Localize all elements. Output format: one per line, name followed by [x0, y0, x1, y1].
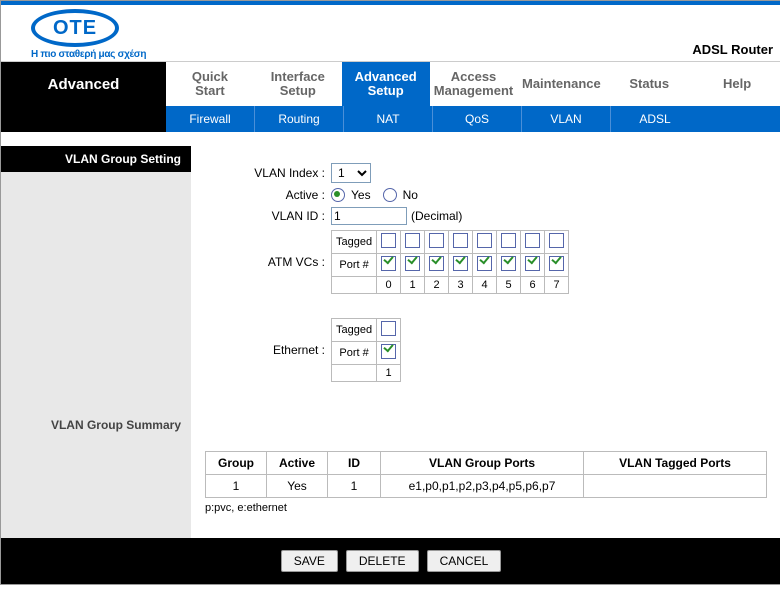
- atm-portnum-1: 1: [401, 277, 425, 294]
- atm-tagged-label: Tagged: [332, 231, 377, 254]
- atm-port-1[interactable]: [405, 256, 420, 271]
- cancel-button[interactable]: CANCEL: [427, 550, 502, 572]
- subtab-vlan[interactable]: VLAN: [522, 106, 611, 132]
- atm-portnum-6: 6: [521, 277, 545, 294]
- summary-table: Group Active ID VLAN Group Ports VLAN Ta…: [205, 451, 767, 498]
- section-group-setting: VLAN Group Setting: [1, 132, 191, 172]
- ethernet-grid: TaggedPort # 1: [331, 318, 401, 382]
- header: OTE H πιο σταθερή μας σχέση ADSL Router: [1, 5, 780, 62]
- vlan-id-input[interactable]: [331, 207, 407, 225]
- atm-port-3[interactable]: [453, 256, 468, 271]
- atm-port-6[interactable]: [525, 256, 540, 271]
- atm-port-7[interactable]: [549, 256, 564, 271]
- section-group-summary: VLAN Group Summary: [1, 412, 191, 438]
- tab-advanced[interactable]: AdvancedSetup: [342, 62, 430, 106]
- tab-quick[interactable]: QuickStart: [166, 62, 254, 106]
- atm-tagged-7[interactable]: [549, 233, 564, 248]
- atm-tagged-4[interactable]: [477, 233, 492, 248]
- eth-port-1[interactable]: [381, 344, 396, 359]
- vlan-id-label: VLAN ID :: [205, 209, 331, 223]
- sub-tabs: FirewallRoutingNATQoSVLANADSL: [166, 106, 780, 132]
- page-title: Advanced: [1, 62, 166, 106]
- subtab-routing[interactable]: Routing: [255, 106, 344, 132]
- atm-tagged-5[interactable]: [501, 233, 516, 248]
- col-id: ID: [328, 452, 381, 475]
- atm-portnum-2: 2: [425, 277, 449, 294]
- eth-tagged-label: Tagged: [332, 319, 377, 342]
- atm-tagged-3[interactable]: [453, 233, 468, 248]
- atm-port-label: Port #: [332, 254, 377, 277]
- eth-tagged-1[interactable]: [381, 321, 396, 336]
- atm-portnum-5: 5: [497, 277, 521, 294]
- atm-tagged-6[interactable]: [525, 233, 540, 248]
- active-yes-radio[interactable]: [331, 188, 345, 202]
- logo: OTE H πιο σταθερή μας σχέση: [31, 9, 146, 60]
- tab-status[interactable]: Status: [605, 62, 693, 106]
- summary-note: p:pvc, e:ethernet: [205, 502, 767, 514]
- atm-portnum-3: 3: [449, 277, 473, 294]
- subtab-nat[interactable]: NAT: [344, 106, 433, 132]
- footer: SAVE DELETE CANCEL: [1, 538, 780, 584]
- logo-tagline: H πιο σταθερή μας σχέση: [31, 49, 146, 60]
- subtab-qos[interactable]: QoS: [433, 106, 522, 132]
- atm-tagged-1[interactable]: [405, 233, 420, 248]
- active-no-label: No: [403, 188, 418, 202]
- active-label: Active :: [205, 188, 331, 202]
- product-name: ADSL Router: [692, 42, 773, 57]
- atm-portnum-4: 4: [473, 277, 497, 294]
- col-ports: VLAN Group Ports: [381, 452, 584, 475]
- delete-button[interactable]: DELETE: [346, 550, 419, 572]
- subtab-adsl[interactable]: ADSL: [611, 106, 699, 132]
- tab-interface[interactable]: InterfaceSetup: [254, 62, 342, 106]
- vlan-index-label: VLAN Index :: [205, 166, 331, 180]
- atm-vcs-grid: TaggedPort # 01234567: [331, 230, 569, 294]
- atm-port-2[interactable]: [429, 256, 444, 271]
- eth-portnum-1: 1: [377, 365, 401, 382]
- table-row: 1Yes1e1,p0,p1,p2,p3,p4,p5,p6,p7: [206, 475, 767, 498]
- atm-portnum-7: 7: [545, 277, 569, 294]
- eth-port-label: Port #: [332, 342, 377, 365]
- vlan-index-select[interactable]: 1: [331, 163, 371, 183]
- atm-port-4[interactable]: [477, 256, 492, 271]
- tab-maintenance[interactable]: Maintenance: [517, 62, 605, 106]
- save-button[interactable]: SAVE: [281, 550, 338, 572]
- eth-label: Ethernet :: [205, 343, 331, 357]
- logo-text: OTE: [31, 9, 119, 47]
- atm-label: ATM VCs :: [205, 255, 331, 269]
- main-tabs: QuickStartInterfaceSetupAdvancedSetupAcc…: [166, 62, 780, 106]
- col-active: Active: [267, 452, 328, 475]
- active-no-radio[interactable]: [383, 188, 397, 202]
- subtab-firewall[interactable]: Firewall: [166, 106, 255, 132]
- atm-tagged-0[interactable]: [381, 233, 396, 248]
- tab-access[interactable]: AccessManagement: [430, 62, 518, 106]
- col-group: Group: [206, 452, 267, 475]
- col-tagged: VLAN Tagged Ports: [584, 452, 767, 475]
- active-yes-label: Yes: [351, 188, 371, 202]
- vlan-id-hint: (Decimal): [411, 209, 462, 223]
- atm-portnum-0: 0: [377, 277, 401, 294]
- atm-tagged-2[interactable]: [429, 233, 444, 248]
- tab-help[interactable]: Help: [693, 62, 780, 106]
- atm-port-0[interactable]: [381, 256, 396, 271]
- atm-port-5[interactable]: [501, 256, 516, 271]
